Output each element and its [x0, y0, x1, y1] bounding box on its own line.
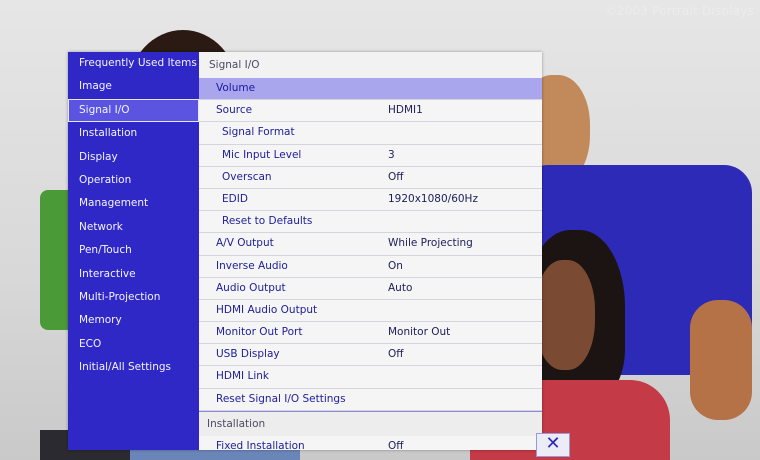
sidebar-item-display[interactable]: Display [68, 146, 199, 169]
menu-row-signal-format[interactable]: Signal Format [199, 122, 542, 145]
menu-row-fixed-installation[interactable]: Fixed Installation Off [199, 436, 542, 450]
sidebar-item-interactive[interactable]: Interactive [68, 263, 199, 286]
menu-row-usb-display[interactable]: USB Display Off [199, 344, 542, 367]
projector-settings-menu: Frequently Used Items Image Signal I/O I… [68, 52, 542, 450]
row-label: Volume [216, 82, 256, 94]
menu-row-overscan[interactable]: Overscan Off [199, 167, 542, 189]
section-title-installation: Installation [199, 410, 542, 436]
sidebar-item-image[interactable]: Image [68, 75, 199, 98]
menu-row-hdmi-audio-output[interactable]: HDMI Audio Output [199, 300, 542, 323]
row-label: EDID [222, 192, 248, 205]
sidebar-item-management[interactable]: Management [68, 192, 199, 215]
sidebar-item-initial-all-settings[interactable]: Initial/All Settings [68, 356, 199, 379]
menu-row-av-output[interactable]: A/V Output While Projecting [199, 233, 542, 256]
row-label: HDMI Audio Output [216, 303, 318, 316]
row-label: Monitor Out Port [216, 326, 303, 339]
photo-person-girl-face [535, 260, 595, 370]
sidebar-item-pen-touch[interactable]: Pen/Touch [68, 239, 199, 262]
row-value: Off [388, 170, 404, 183]
sidebar-item-signal-io[interactable]: Signal I/O [68, 98, 199, 123]
photo-person-right-arm [690, 300, 752, 420]
row-value: Monitor Out [388, 326, 451, 339]
row-label: Audio Output [216, 281, 286, 294]
sidebar-item-operation[interactable]: Operation [68, 169, 199, 192]
sidebar-item-eco[interactable]: ECO [68, 333, 199, 356]
row-label: HDMI Link [216, 370, 269, 383]
row-value: 1920x1080/60Hz [388, 192, 478, 205]
sidebar-item-installation[interactable]: Installation [68, 122, 199, 145]
menu-row-monitor-out-port[interactable]: Monitor Out Port Monitor Out [199, 322, 542, 345]
row-value: 3 [388, 148, 395, 161]
menu-row-reset-to-defaults[interactable]: Reset to Defaults [199, 211, 542, 234]
close-button[interactable]: ✕ [536, 433, 570, 457]
section-title: Signal I/O [199, 52, 542, 78]
menu-row-reset-signal-io-settings[interactable]: Reset Signal I/O Settings [199, 389, 542, 411]
sidebar-item-frequently-used-items[interactable]: Frequently Used Items [68, 52, 199, 75]
row-label: A/V Output [216, 237, 274, 250]
menu-row-mic-input-level[interactable]: Mic Input Level 3 [199, 145, 542, 167]
row-value: HDMI1 [388, 104, 423, 117]
row-value: Off [388, 439, 404, 450]
row-value: On [388, 259, 403, 272]
menu-row-volume[interactable]: Volume [199, 78, 542, 101]
row-label: Mic Input Level [222, 148, 302, 161]
menu-sidebar: Frequently Used Items Image Signal I/O I… [68, 52, 199, 450]
menu-row-edid[interactable]: EDID 1920x1080/60Hz [199, 189, 542, 212]
row-label: Signal Format [222, 126, 295, 139]
menu-row-hdmi-link[interactable]: HDMI Link [199, 366, 542, 389]
copyright-watermark: ©2003 Portrait Displays [604, 4, 754, 18]
row-label: Overscan [222, 170, 272, 183]
sidebar-item-multi-projection[interactable]: Multi-Projection [68, 286, 199, 309]
row-label: Reset to Defaults [222, 215, 313, 228]
row-value: Auto [388, 281, 413, 294]
menu-row-source[interactable]: Source HDMI1 [199, 100, 542, 123]
menu-content-panel: Signal I/O Volume Source HDMI1 Signal Fo… [199, 52, 542, 450]
menu-row-inverse-audio[interactable]: Inverse Audio On [199, 256, 542, 278]
sidebar-item-memory[interactable]: Memory [68, 309, 199, 332]
row-label: Source [216, 104, 253, 117]
row-value: While Projecting [388, 237, 473, 250]
row-label: Inverse Audio [216, 259, 288, 272]
row-label: Reset Signal I/O Settings [216, 392, 346, 405]
row-label: USB Display [216, 348, 280, 361]
row-value: Off [388, 348, 404, 361]
sidebar-item-network[interactable]: Network [68, 216, 199, 239]
row-label: Fixed Installation [216, 439, 305, 450]
close-icon: ✕ [545, 433, 561, 454]
menu-row-audio-output[interactable]: Audio Output Auto [199, 278, 542, 300]
